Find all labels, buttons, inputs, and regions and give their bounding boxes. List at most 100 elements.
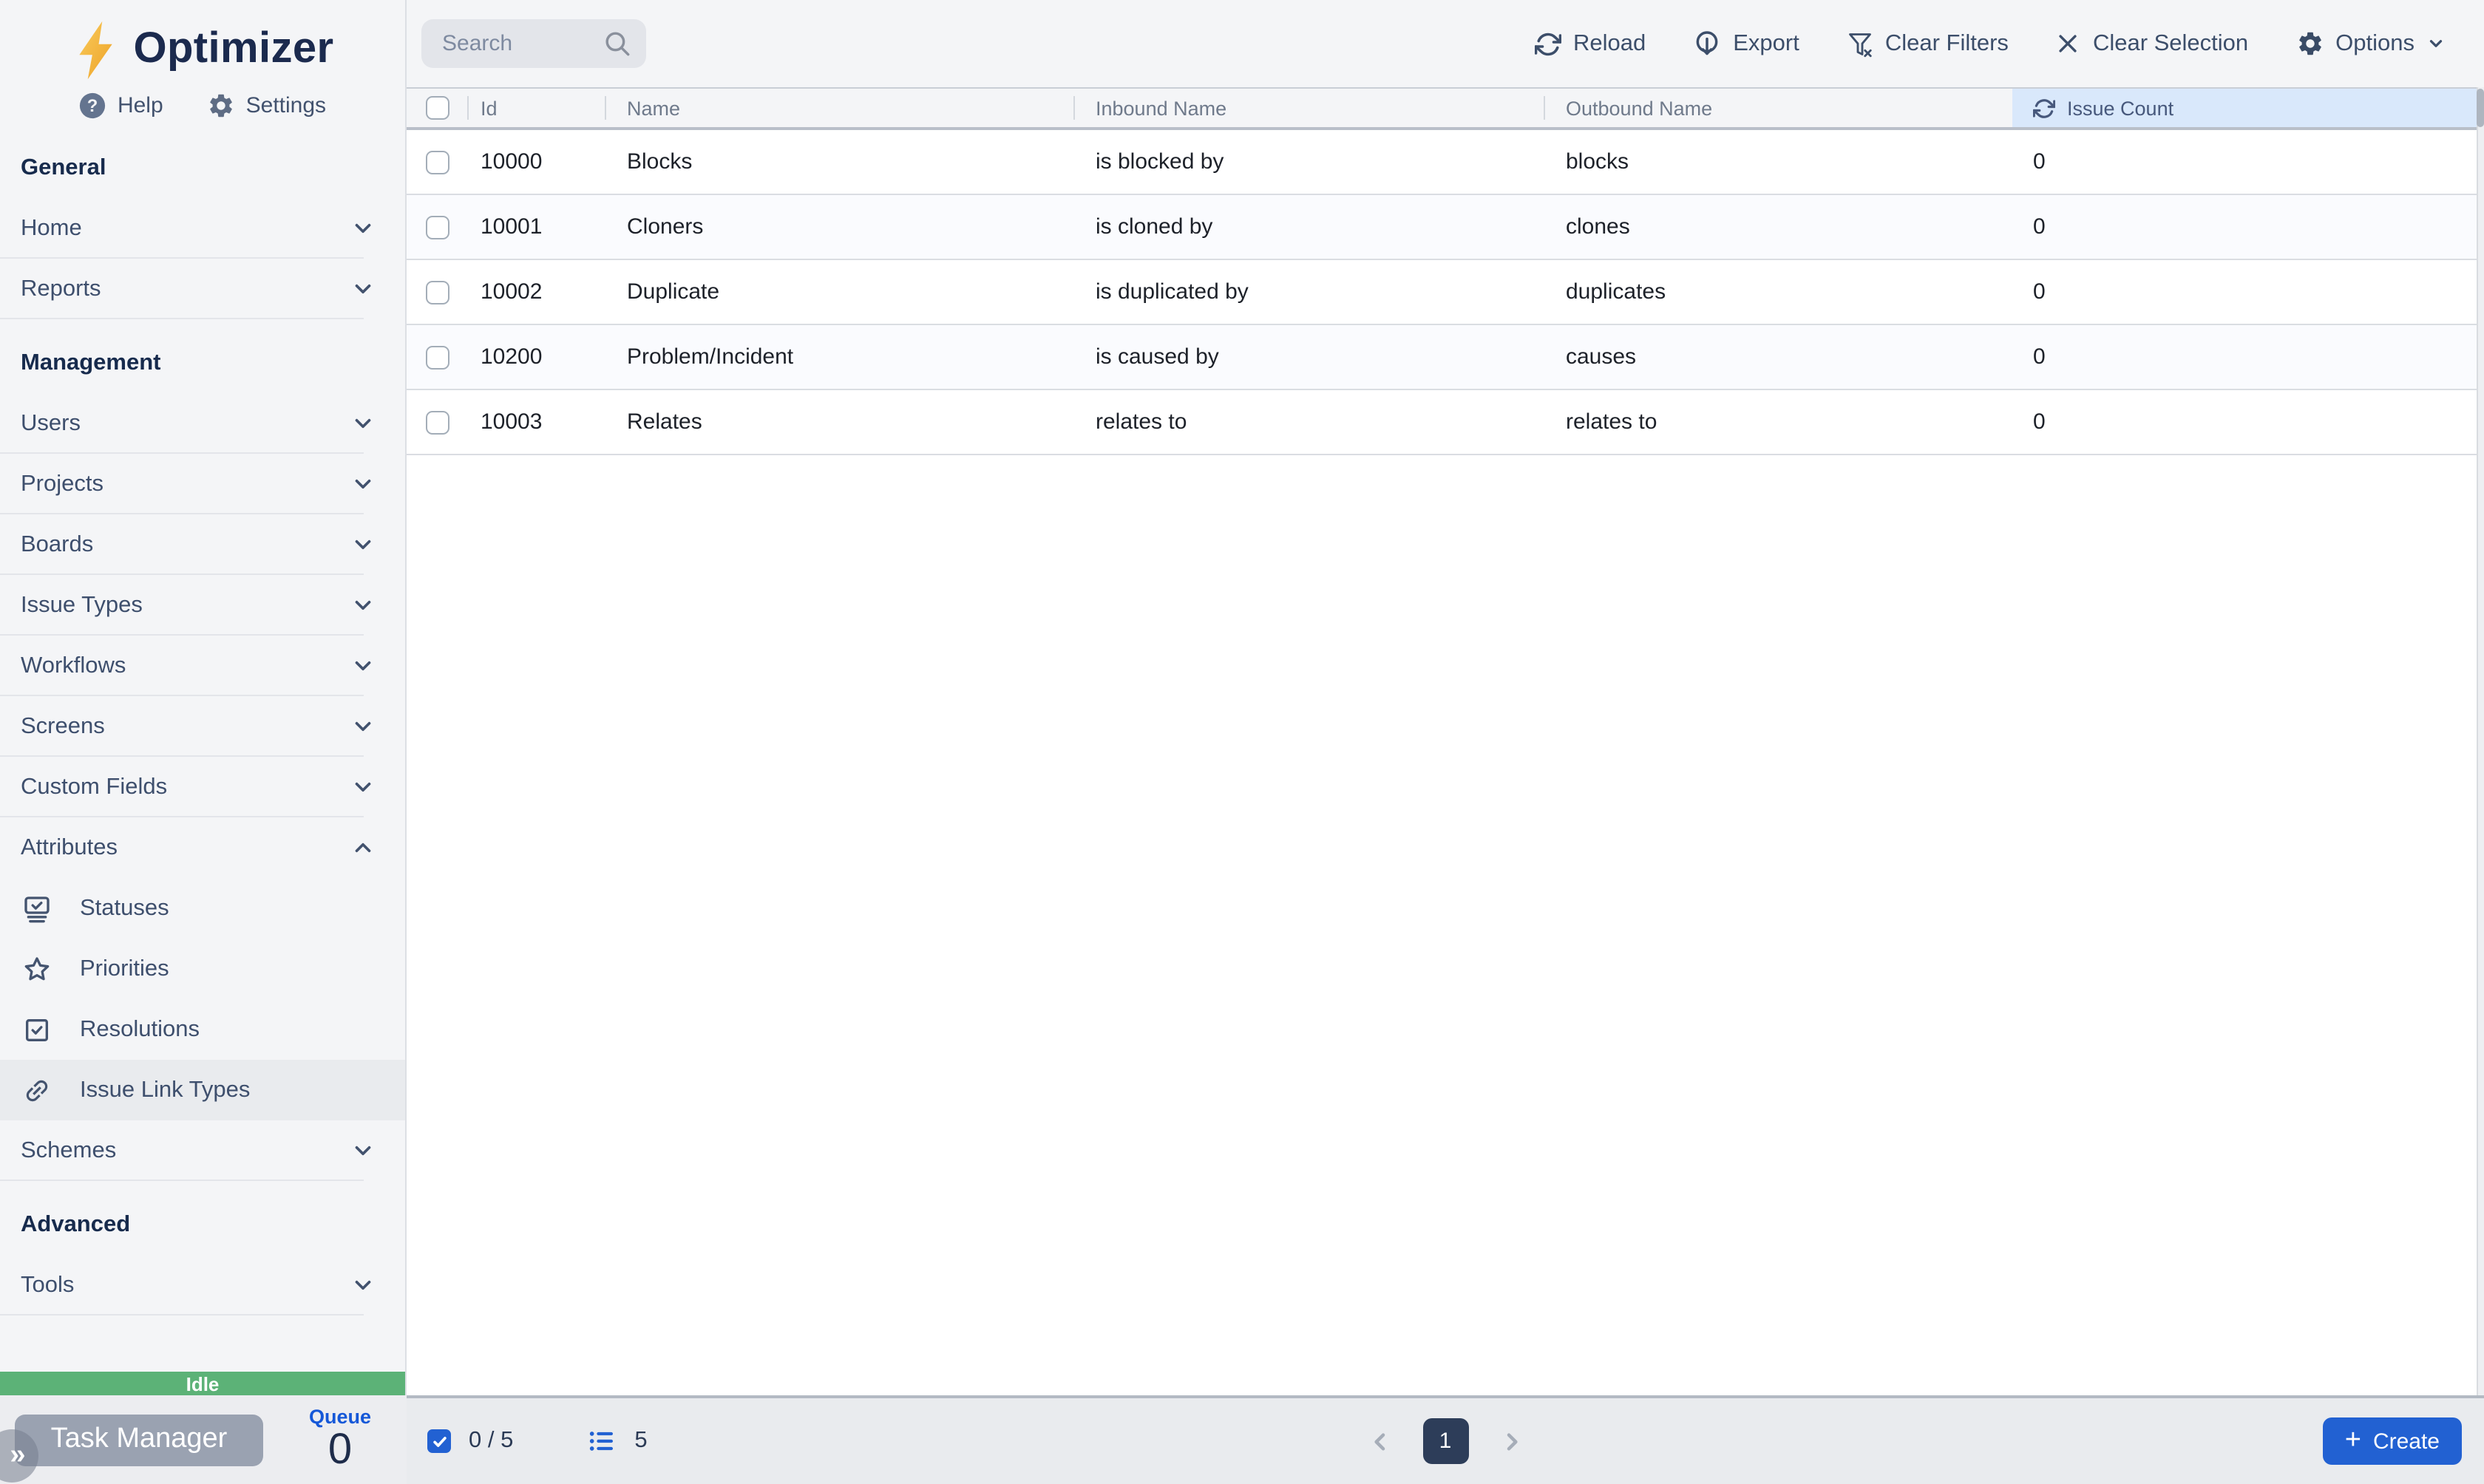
cell-name: Relates (605, 390, 1073, 454)
export-button[interactable]: Export (1693, 30, 1799, 58)
clear-filters-button[interactable]: Clear Filters (1847, 30, 2009, 57)
sidebar-item-tools[interactable]: Tools (0, 1255, 405, 1315)
chevron-up-icon (350, 835, 376, 860)
help-icon: ? (79, 92, 107, 120)
sync-icon (2033, 97, 2055, 119)
column-header-inbound-name[interactable]: Inbound Name (1073, 89, 1544, 127)
next-page-button[interactable] (1499, 1429, 1523, 1453)
section-header-general: General (0, 137, 405, 198)
cell-id: 10000 (467, 130, 605, 194)
plus-icon: + (2345, 1426, 2361, 1454)
cell-issue-count: 0 (2012, 390, 2484, 454)
sidebar-item-issue-types[interactable]: Issue Types (0, 575, 405, 636)
column-header-issue-count[interactable]: Issue Count (2012, 89, 2484, 127)
cell-inbound-name: relates to (1073, 390, 1544, 454)
sidebar-item-users[interactable]: Users (0, 393, 405, 454)
sidebar-item-projects[interactable]: Projects (0, 454, 405, 514)
table-row[interactable]: 10200 Problem/Incident is caused by caus… (407, 325, 2484, 390)
toolbar: Reload Export Clear (407, 0, 2484, 87)
list-icon (587, 1426, 617, 1456)
clear-selection-button[interactable]: Clear Selection (2056, 30, 2248, 57)
chevron-down-icon (350, 653, 376, 678)
current-page-button[interactable]: 1 (1422, 1418, 1468, 1464)
pagination: 1 (1368, 1418, 1523, 1464)
bottom-bar: » Task Manager Queue 0 0 / 5 5 (0, 1395, 2484, 1484)
sidebar-item-priorities[interactable]: Priorities (0, 939, 405, 999)
cell-outbound-name: relates to (1544, 390, 2012, 454)
sidebar-item-home[interactable]: Home (0, 198, 405, 259)
chevron-down-icon (350, 593, 376, 618)
search-box[interactable] (421, 19, 646, 68)
close-icon (2056, 31, 2081, 56)
cell-outbound-name: causes (1544, 325, 2012, 389)
cell-name: Blocks (605, 130, 1073, 194)
settings-button[interactable]: Settings (208, 92, 326, 120)
help-button[interactable]: ? Help (79, 92, 163, 120)
column-header-name[interactable]: Name (605, 89, 1073, 127)
select-all-checkbox[interactable] (426, 96, 449, 120)
sidebar-item-workflows[interactable]: Workflows (0, 636, 405, 696)
row-checkbox[interactable] (426, 280, 449, 304)
sidebar-item-attributes[interactable]: Attributes (0, 817, 405, 878)
reload-icon (1535, 30, 1561, 57)
cell-issue-count: 0 (2012, 325, 2484, 389)
issue-link-types-table: Id Name Inbound Name Outbound Name Issue… (407, 87, 2484, 1395)
cell-issue-count: 0 (2012, 195, 2484, 259)
star-icon (22, 954, 52, 984)
lightning-bolt-icon (71, 18, 120, 81)
table-row[interactable]: 10000 Blocks is blocked by blocks 0 (407, 130, 2484, 195)
cell-outbound-name: blocks (1544, 130, 2012, 194)
cell-id: 10003 (467, 390, 605, 454)
scrollbar-thumb[interactable] (2477, 89, 2484, 127)
cell-id: 10002 (467, 260, 605, 324)
statuses-icon (22, 894, 52, 923)
gear-icon (208, 92, 236, 120)
double-chevron-right-icon: » (10, 1440, 25, 1472)
previous-page-button[interactable] (1368, 1429, 1391, 1453)
cell-id: 10001 (467, 195, 605, 259)
create-button[interactable]: + Create (2323, 1417, 2462, 1465)
table-row[interactable]: 10002 Duplicate is duplicated by duplica… (407, 260, 2484, 325)
create-label: Create (2373, 1429, 2440, 1454)
svg-text:?: ? (88, 96, 99, 116)
table-footer: 0 / 5 5 1 + Create (407, 1395, 2484, 1484)
sidebar-item-issue-link-types[interactable]: Issue Link Types (0, 1060, 405, 1120)
search-input[interactable] (439, 30, 603, 58)
sidebar-item-schemes[interactable]: Schemes (0, 1120, 405, 1181)
cell-name: Problem/Incident (605, 325, 1073, 389)
row-checkbox[interactable] (426, 215, 449, 239)
search-icon (603, 30, 631, 58)
selection-checkbox[interactable] (427, 1429, 451, 1453)
sidebar-item-reports[interactable]: Reports (0, 259, 405, 319)
row-checkbox[interactable] (426, 345, 449, 369)
reload-button[interactable]: Reload (1535, 30, 1646, 57)
help-label: Help (118, 93, 163, 118)
row-count: 5 (634, 1428, 647, 1454)
settings-label: Settings (246, 93, 326, 118)
main-area: Reload Export Clear (407, 0, 2484, 1395)
row-checkbox[interactable] (426, 150, 449, 174)
optimizer-app: Optimizer ? Help Settings (0, 0, 2484, 1484)
table-row[interactable]: 10003 Relates relates to relates to 0 (407, 390, 2484, 455)
cell-inbound-name: is blocked by (1073, 130, 1544, 194)
column-header-outbound-name[interactable]: Outbound Name (1544, 89, 2012, 127)
options-button[interactable]: Options (2295, 30, 2446, 58)
sidebar-item-custom-fields[interactable]: Custom Fields (0, 757, 405, 817)
chevron-down-icon (350, 276, 376, 302)
sidebar-item-boards[interactable]: Boards (0, 514, 405, 575)
table-row[interactable]: 10001 Cloners is cloned by clones 0 (407, 195, 2484, 260)
cell-name: Cloners (605, 195, 1073, 259)
section-header-advanced: Advanced (0, 1194, 405, 1255)
column-header-id[interactable]: Id (467, 89, 605, 127)
sidebar-item-screens[interactable]: Screens (0, 696, 405, 757)
row-checkbox[interactable] (426, 410, 449, 434)
export-icon (1693, 30, 1721, 58)
selection-count: 0 / 5 (469, 1428, 513, 1454)
task-manager-button[interactable]: Task Manager (15, 1414, 263, 1466)
chevron-down-icon (350, 411, 376, 436)
select-all-cell (407, 89, 467, 127)
sidebar-item-statuses[interactable]: Statuses (0, 878, 405, 939)
vertical-scrollbar[interactable] (2477, 87, 2484, 1395)
cell-id: 10200 (467, 325, 605, 389)
sidebar-item-resolutions[interactable]: Resolutions (0, 999, 405, 1060)
